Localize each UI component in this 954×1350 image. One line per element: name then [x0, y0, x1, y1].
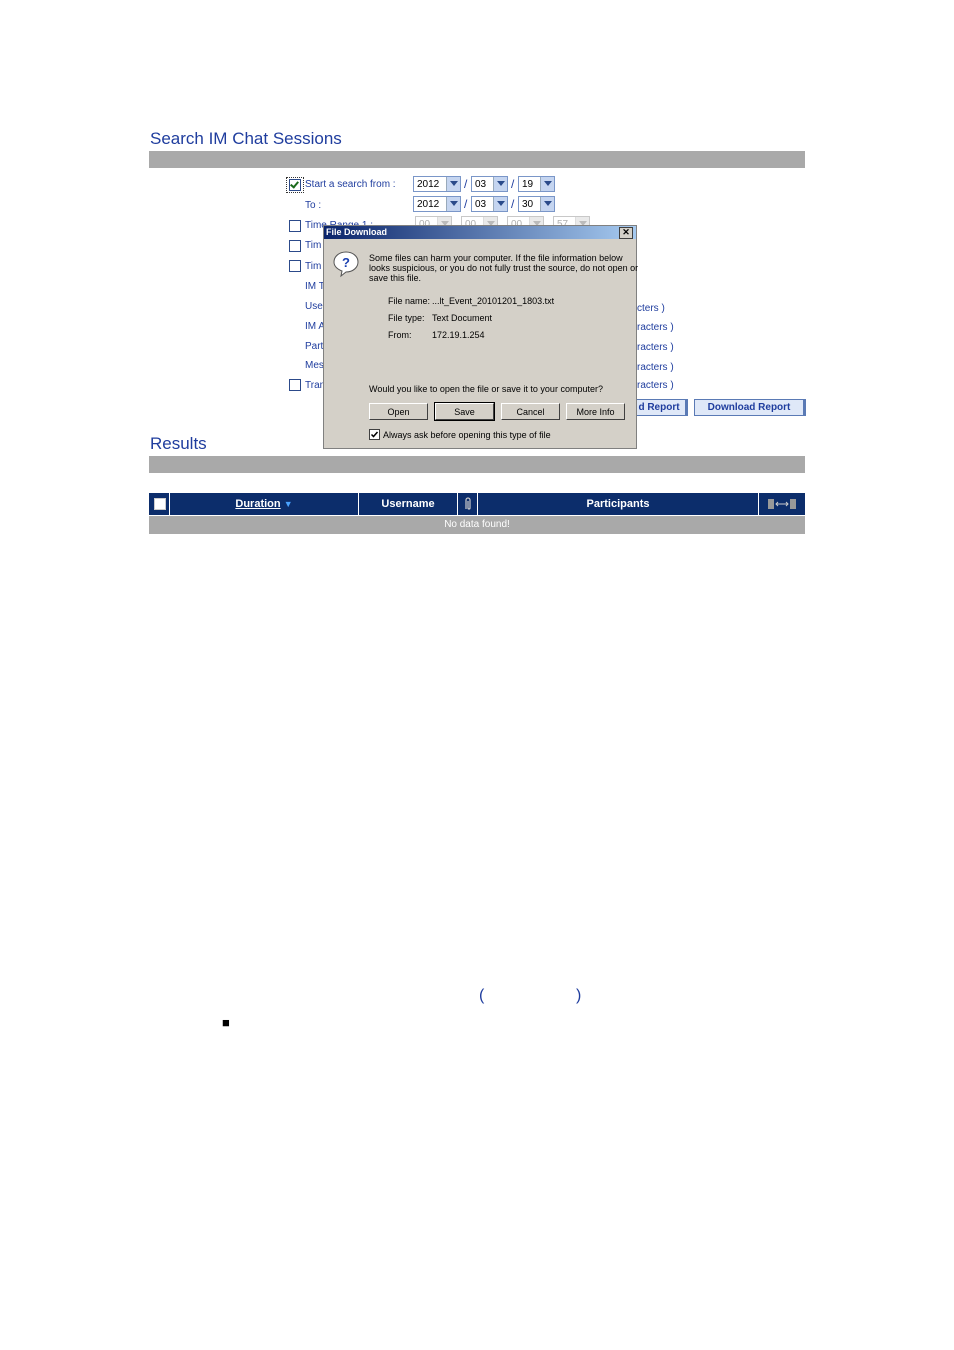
to-month-select[interactable]: 03	[471, 196, 508, 212]
file-download-dialog: File Download ✕ ? Some files can harm yo…	[323, 225, 639, 449]
im-account-hint: racters )	[637, 322, 674, 333]
to-day-select[interactable]: 30	[518, 196, 555, 212]
report-button[interactable]: d Report	[632, 399, 688, 416]
question-icon: ?	[333, 251, 359, 278]
from-year-select[interactable]: 2012	[413, 176, 461, 192]
checkmark-icon	[370, 431, 379, 438]
more-info-button[interactable]: More Info	[566, 403, 625, 420]
file-name-value: ...lt_Event_20101201_1803.txt	[432, 296, 555, 306]
to-year-select[interactable]: 2012	[413, 196, 461, 212]
warning-line-3: save this file.	[369, 273, 422, 283]
time-range-3-label: Tim	[305, 261, 322, 272]
close-paren: )	[576, 987, 582, 1004]
time-range-1-checkbox[interactable]	[289, 220, 301, 232]
sort-desc-icon: ▼	[283, 499, 293, 509]
message-hint: racters )	[637, 362, 674, 373]
transfer-hint: racters )	[637, 380, 674, 391]
file-type-value: Text Document	[432, 313, 493, 323]
start-search-label: Start a search from :	[305, 179, 396, 190]
time-range-2-label: Tim	[305, 240, 322, 251]
time-range-3-checkbox[interactable]	[289, 260, 301, 272]
im-type-label: IM T	[305, 281, 325, 292]
transfer-checkbox[interactable]	[289, 379, 301, 391]
select-all-cell	[149, 493, 170, 515]
from-label: From:	[388, 330, 412, 340]
open-or-save-question: Would you like to open the file or save …	[369, 384, 603, 394]
no-data-row: No data found!	[149, 516, 805, 534]
message-label: Mes	[305, 360, 324, 371]
warning-line-2: looks suspicious, or you do not fully tr…	[369, 263, 639, 273]
search-title: Search IM Chat Sessions	[150, 129, 342, 148]
from-value: 172.19.1.254	[432, 330, 485, 340]
save-button[interactable]: Save	[434, 402, 495, 421]
column-participants[interactable]: Participants	[478, 493, 759, 515]
select-all-checkbox[interactable]	[154, 498, 166, 510]
bullet-square: ■	[222, 1015, 230, 1030]
always-ask-label: Always ask before opening this type of f…	[383, 430, 551, 440]
svg-text:?: ?	[342, 255, 350, 270]
column-duration[interactable]: Duration ▼	[170, 493, 359, 515]
dialog-close-icon[interactable]: ✕	[619, 227, 633, 239]
file-type-label: File type:	[388, 313, 425, 323]
column-username[interactable]: Username	[359, 493, 458, 515]
open-paren: (	[479, 987, 485, 1004]
search-header-bar	[149, 151, 805, 168]
results-table-header: Duration ▼ Username Participants	[149, 493, 805, 515]
from-day-select[interactable]: 19	[518, 176, 555, 192]
always-ask-checkbox[interactable]	[369, 429, 380, 440]
column-direction[interactable]	[759, 493, 805, 515]
duration-header-label: Duration	[235, 498, 281, 510]
open-button[interactable]: Open	[369, 403, 428, 420]
warning-line-1: Some files can harm your computer. If th…	[369, 253, 623, 263]
column-attachment[interactable]	[458, 493, 478, 515]
dialog-titlebar: File Download ✕	[324, 226, 636, 239]
from-month-select[interactable]: 03	[471, 176, 508, 192]
participants-hint: racters )	[637, 342, 674, 353]
im-account-label: IM A	[305, 321, 326, 332]
download-report-button[interactable]: Download Report	[694, 399, 806, 416]
to-label: To :	[305, 200, 322, 211]
time-range-2-checkbox[interactable]	[289, 240, 301, 252]
cancel-button[interactable]: Cancel	[501, 403, 560, 420]
paperclip-icon	[464, 497, 471, 510]
user-hint: cters )	[637, 303, 665, 314]
results-title: Results	[150, 434, 207, 453]
start-search-checkbox[interactable]	[289, 179, 301, 191]
results-header-bar	[149, 456, 805, 473]
dialog-title: File Download	[326, 227, 388, 237]
chat-direction-icon	[768, 499, 796, 509]
file-name-label: File name:	[388, 296, 431, 306]
participants-label: Part	[305, 341, 324, 352]
